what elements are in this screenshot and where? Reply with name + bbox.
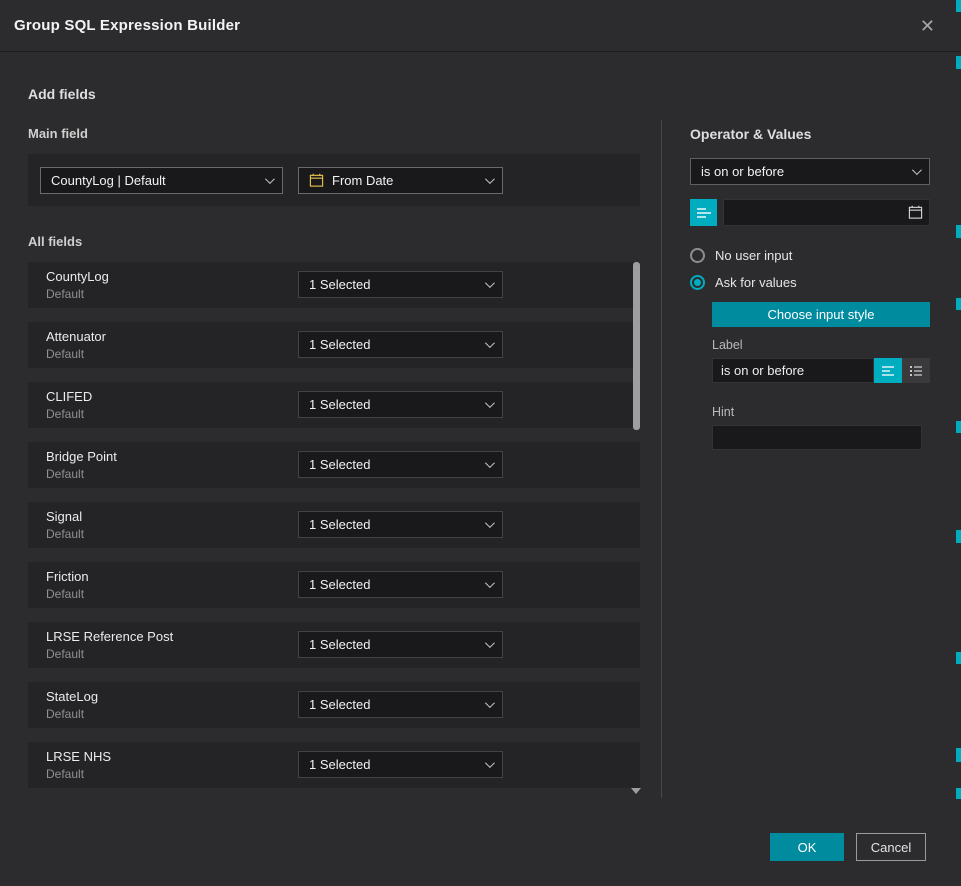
date-field-select-value: From Date bbox=[332, 173, 393, 188]
field-values-select[interactable]: 1 Selected bbox=[298, 331, 503, 358]
chevron-down-icon bbox=[485, 518, 495, 528]
all-fields-label: All fields bbox=[28, 234, 640, 249]
field-selected-value: 1 Selected bbox=[309, 697, 370, 712]
value-input-type-button[interactable] bbox=[690, 199, 717, 226]
add-fields-heading: Add fields bbox=[28, 86, 96, 102]
label-row bbox=[712, 358, 930, 383]
field-lines-icon bbox=[696, 206, 712, 220]
radio-ask-for-values-label: Ask for values bbox=[715, 275, 797, 290]
list-scrollbar[interactable] bbox=[633, 262, 640, 802]
field-row: Bridge Point Default 1 Selected bbox=[28, 442, 640, 488]
field-values-select[interactable]: 1 Selected bbox=[298, 451, 503, 478]
field-values-select[interactable]: 1 Selected bbox=[298, 691, 503, 718]
input-style-list-button[interactable] bbox=[902, 358, 930, 383]
hint-input[interactable] bbox=[712, 425, 922, 450]
background-app-edge bbox=[956, 0, 961, 886]
chevron-down-icon bbox=[485, 398, 495, 408]
cancel-button[interactable]: Cancel bbox=[856, 833, 926, 861]
bullet-list-icon bbox=[909, 365, 923, 377]
dialog-title: Group SQL Expression Builder bbox=[14, 17, 240, 34]
radio-unchecked-icon bbox=[690, 248, 705, 263]
operator-select[interactable]: is on or before bbox=[690, 158, 930, 185]
field-row: LRSE Reference Post Default 1 Selected bbox=[28, 622, 640, 668]
field-values-select[interactable]: 1 Selected bbox=[298, 631, 503, 658]
chevron-down-icon bbox=[485, 698, 495, 708]
all-fields-list: CountyLog Default 1 Selected Attenuator … bbox=[28, 262, 640, 788]
chevron-down-icon bbox=[485, 174, 495, 184]
calendar-icon bbox=[309, 173, 324, 188]
fields-section: Main field CountyLog | Default bbox=[28, 126, 640, 802]
radio-no-user-input-label: No user input bbox=[715, 248, 792, 263]
field-values-select[interactable]: 1 Selected bbox=[298, 751, 503, 778]
scrollbar-down-arrow[interactable] bbox=[631, 788, 641, 794]
ok-button[interactable]: OK bbox=[770, 833, 844, 861]
chevron-down-icon bbox=[485, 578, 495, 588]
dialog-footer: OK Cancel bbox=[770, 833, 926, 861]
field-row: CLIFED Default 1 Selected bbox=[28, 382, 640, 428]
layer-select-value: CountyLog | Default bbox=[51, 173, 166, 188]
chevron-down-icon bbox=[265, 174, 275, 184]
close-button[interactable]: ✕ bbox=[916, 13, 939, 39]
date-field-select[interactable]: From Date bbox=[298, 167, 503, 194]
vertical-divider bbox=[661, 120, 662, 798]
close-icon: ✕ bbox=[920, 16, 935, 36]
hint-caption: Hint bbox=[712, 405, 930, 419]
field-values-select[interactable]: 1 Selected bbox=[298, 271, 503, 298]
choose-input-style-button[interactable]: Choose input style bbox=[712, 302, 930, 327]
value-row bbox=[690, 199, 930, 226]
field-values-select[interactable]: 1 Selected bbox=[298, 391, 503, 418]
chevron-down-icon bbox=[485, 338, 495, 348]
field-selected-value: 1 Selected bbox=[309, 517, 370, 532]
align-lines-icon bbox=[881, 365, 895, 377]
label-caption: Label bbox=[712, 338, 930, 352]
user-input-radio-group: No user input Ask for values bbox=[690, 248, 930, 290]
group-sql-expression-builder-dialog: Group SQL Expression Builder ✕ Add field… bbox=[0, 0, 961, 886]
field-selected-value: 1 Selected bbox=[309, 457, 370, 472]
field-selected-value: 1 Selected bbox=[309, 637, 370, 652]
radio-no-user-input[interactable]: No user input bbox=[690, 248, 930, 263]
radio-checked-icon bbox=[690, 275, 705, 290]
dialog-titlebar: Group SQL Expression Builder ✕ bbox=[0, 0, 961, 52]
label-input[interactable] bbox=[712, 358, 874, 383]
field-row: Attenuator Default 1 Selected bbox=[28, 322, 640, 368]
field-values-select[interactable]: 1 Selected bbox=[298, 511, 503, 538]
calendar-picker-icon[interactable] bbox=[908, 205, 923, 220]
field-selected-value: 1 Selected bbox=[309, 277, 370, 292]
field-row: Friction Default 1 Selected bbox=[28, 562, 640, 608]
field-selected-value: 1 Selected bbox=[309, 337, 370, 352]
layer-select[interactable]: CountyLog | Default bbox=[40, 167, 283, 194]
scrollbar-thumb[interactable] bbox=[633, 262, 640, 430]
chevron-down-icon bbox=[485, 638, 495, 648]
field-selected-value: 1 Selected bbox=[309, 397, 370, 412]
chevron-down-icon bbox=[485, 758, 495, 768]
field-values-select[interactable]: 1 Selected bbox=[298, 571, 503, 598]
main-field-label: Main field bbox=[28, 126, 640, 141]
chevron-down-icon bbox=[485, 278, 495, 288]
field-row: Signal Default 1 Selected bbox=[28, 502, 640, 548]
radio-ask-for-values[interactable]: Ask for values bbox=[690, 275, 930, 290]
chevron-down-icon bbox=[912, 165, 922, 175]
chevron-down-icon bbox=[485, 458, 495, 468]
field-row: LRSE NHS Default 1 Selected bbox=[28, 742, 640, 788]
operator-values-heading: Operator & Values bbox=[690, 126, 930, 142]
date-value-input[interactable] bbox=[730, 205, 908, 220]
field-row: StateLog Default 1 Selected bbox=[28, 682, 640, 728]
operator-values-panel: Operator & Values is on or before bbox=[690, 126, 930, 450]
ask-for-values-options: Choose input style Label bbox=[712, 302, 930, 450]
field-selected-value: 1 Selected bbox=[309, 577, 370, 592]
field-row: CountyLog Default 1 Selected bbox=[28, 262, 640, 308]
field-selected-value: 1 Selected bbox=[309, 757, 370, 772]
main-field-panel: CountyLog | Default From Date bbox=[28, 154, 640, 206]
input-style-single-line-button[interactable] bbox=[874, 358, 902, 383]
operator-select-value: is on or before bbox=[701, 164, 784, 179]
date-value-input-wrap bbox=[723, 199, 930, 226]
